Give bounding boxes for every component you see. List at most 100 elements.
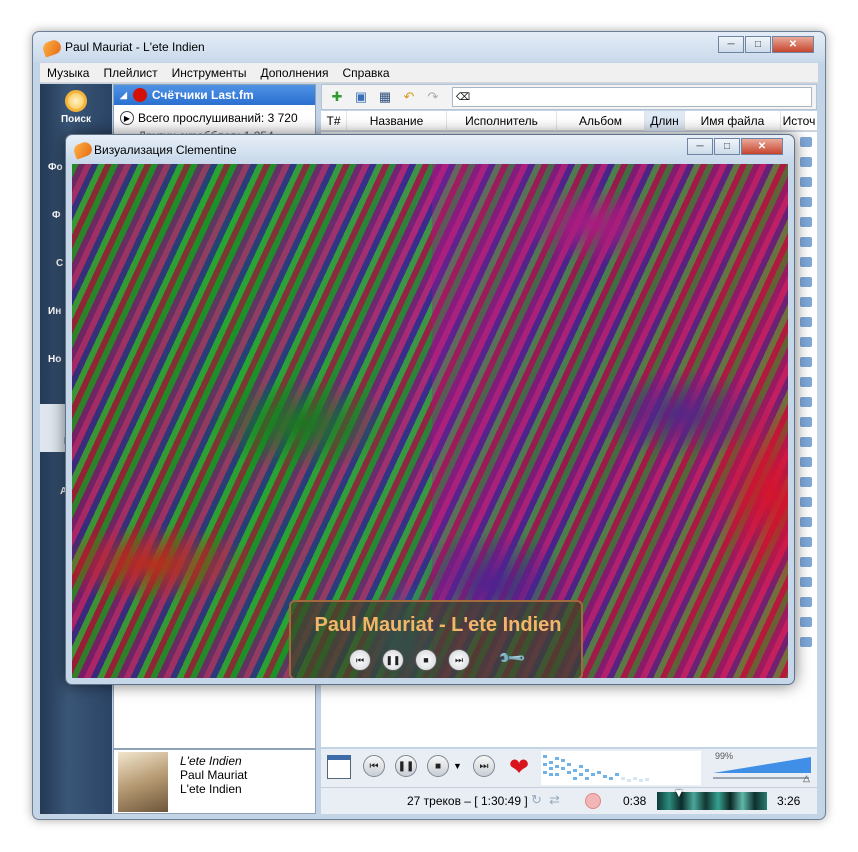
visualization-canvas[interactable]: Paul Mauriat - L'ete Indien ⏮ ❚❚ ■ ⏭ 🔧 [72,164,788,678]
playlist-filter-input[interactable]: ⌫ [452,87,812,107]
wrench-settings-icon[interactable]: 🔧 [497,643,528,674]
volume-track [713,777,809,779]
menu-tools[interactable]: Инструменты [165,66,254,80]
sidebar-tab-search[interactable]: Поиск [40,90,112,125]
osd-stop-button[interactable]: ■ [415,649,437,671]
clear-filter-icon[interactable]: ⌫ [456,92,470,103]
total-plays-row[interactable]: ▶ Всего прослушиваний: 3 720 [114,109,315,127]
source-icon [800,617,812,627]
clementine-logo-icon [41,38,63,58]
source-icon [800,217,812,227]
repeat-icon[interactable]: ↻ [531,792,542,808]
source-icon [800,197,812,207]
source-icon [800,637,812,647]
source-icon [800,517,812,527]
next-button[interactable]: ⏭ [473,755,495,777]
source-icon [800,417,812,427]
source-icon [800,497,812,507]
search-icon [65,90,87,112]
vis-close-button[interactable]: ✕ [741,138,783,155]
load-playlist-icon[interactable]: ▣ [352,88,370,106]
col-length[interactable]: Длин [645,110,685,131]
col-source[interactable]: Источ [781,111,817,131]
lastfm-title: Счётчики Last.fm [151,88,254,102]
minimize-button[interactable]: ─ [718,36,744,53]
source-icon [800,397,812,407]
love-heart-icon[interactable]: ❤ [509,753,529,782]
source-icon [800,177,812,187]
menu-playlist[interactable]: Плейлист [96,66,164,80]
pause-button[interactable]: ❚❚ [395,755,417,777]
playlist-toolbar: ✚ ▣ ▦ ↶ ↷ ⌫ [321,84,817,110]
track-count: 27 треков – [ 1:30:49 ] [407,794,528,808]
col-album[interactable]: Альбом [557,110,645,131]
close-button[interactable]: ✕ [772,36,814,53]
menubar: Музыка Плейлист Инструменты Дополнения С… [40,63,818,83]
vis-minimize-button[interactable]: ─ [687,138,713,155]
source-icon [800,237,812,247]
undo-icon[interactable]: ↶ [400,88,418,106]
col-filename[interactable]: Имя файла [685,110,781,131]
col-track-number[interactable]: Т# [321,110,347,131]
menu-extras[interactable]: Дополнения [254,66,336,80]
playlist-header: Т# Название Исполнитель Альбом Длин Имя … [321,110,817,131]
source-icon [800,297,812,307]
visualization-icon[interactable] [327,755,351,779]
now-playing-title: L'ete Indien [180,754,242,768]
elapsed-time: 0:38 [623,794,647,808]
source-icon [800,437,812,447]
new-playlist-icon[interactable]: ✚ [328,88,346,106]
now-playing-panel: L'ete Indien Paul Mauriat L'ete Indien [113,749,316,814]
lastfm-icon [132,88,147,102]
maximize-button[interactable]: □ [745,36,771,53]
clementine-logo-icon [72,140,94,160]
source-icon [800,537,812,547]
volume-slider-handle-icon[interactable]: △ [803,773,810,784]
osd-track-title: Paul Mauriat - L'ete Indien [314,614,562,636]
spectrum-analyzer[interactable] [541,751,701,785]
previous-button[interactable]: ⏮ [363,755,385,777]
play-circle-icon: ▶ [120,111,134,125]
vis-maximize-button[interactable]: □ [714,138,740,155]
source-icon [800,157,812,167]
status-bar: 27 треков – [ 1:30:49 ] ↻ ⇄ 0:38 ▼ 3:26 [321,786,817,814]
visualization-title: Визуализация Clementine [94,143,237,157]
source-icon [800,137,812,147]
visualization-window: Визуализация Clementine ─ □ ✕ Paul Mauri… [65,134,795,685]
volume-control[interactable]: 99% △ [711,751,815,785]
osd-previous-button[interactable]: ⏮ [349,649,371,671]
menu-music[interactable]: Музыка [40,66,96,80]
player-controls: ⏮ ❚❚ ■ ▼ ⏭ ❤ 99% △ [321,749,817,787]
now-playing-album: L'ete Indien [180,782,242,796]
main-titlebar[interactable]: Paul Mauriat - L'ete Indien ─ □ ✕ [33,32,825,62]
stop-button[interactable]: ■ [427,755,449,777]
col-artist[interactable]: Исполнитель [447,110,557,131]
seek-position-marker-icon[interactable]: ▼ [673,786,685,800]
osd-next-button[interactable]: ⏭ [448,649,470,671]
stop-menu-arrow-icon[interactable]: ▼ [453,761,462,771]
album-cover[interactable] [118,752,168,812]
source-icon [800,377,812,387]
col-title[interactable]: Название [347,110,447,131]
expand-icon[interactable]: ◢ [120,90,127,101]
volume-wedge[interactable] [713,757,811,773]
total-plays-label: Всего прослушиваний: 3 720 [138,111,298,125]
sidebar-tab-label: Поиск [60,114,91,125]
now-playing-artist: Paul Mauriat [180,768,248,782]
shuffle-icon[interactable]: ⇄ [549,792,560,808]
source-icon [800,577,812,587]
total-time: 3:26 [777,794,801,808]
redo-icon[interactable]: ↷ [424,88,442,106]
source-icon [800,317,812,327]
lastfm-row[interactable]: ◢ Счётчики Last.fm [114,85,315,105]
source-icon [800,557,812,567]
save-playlist-icon[interactable]: ▦ [376,88,394,106]
osd-pause-button[interactable]: ❚❚ [382,649,404,671]
menu-help[interactable]: Справка [335,66,396,80]
source-icon [800,477,812,487]
source-icon [800,597,812,607]
source-icon [800,257,812,267]
lastfm-scrobble-icon[interactable] [585,793,601,809]
visualization-titlebar[interactable]: Визуализация Clementine ─ □ ✕ [66,135,794,163]
source-icon [800,277,812,287]
